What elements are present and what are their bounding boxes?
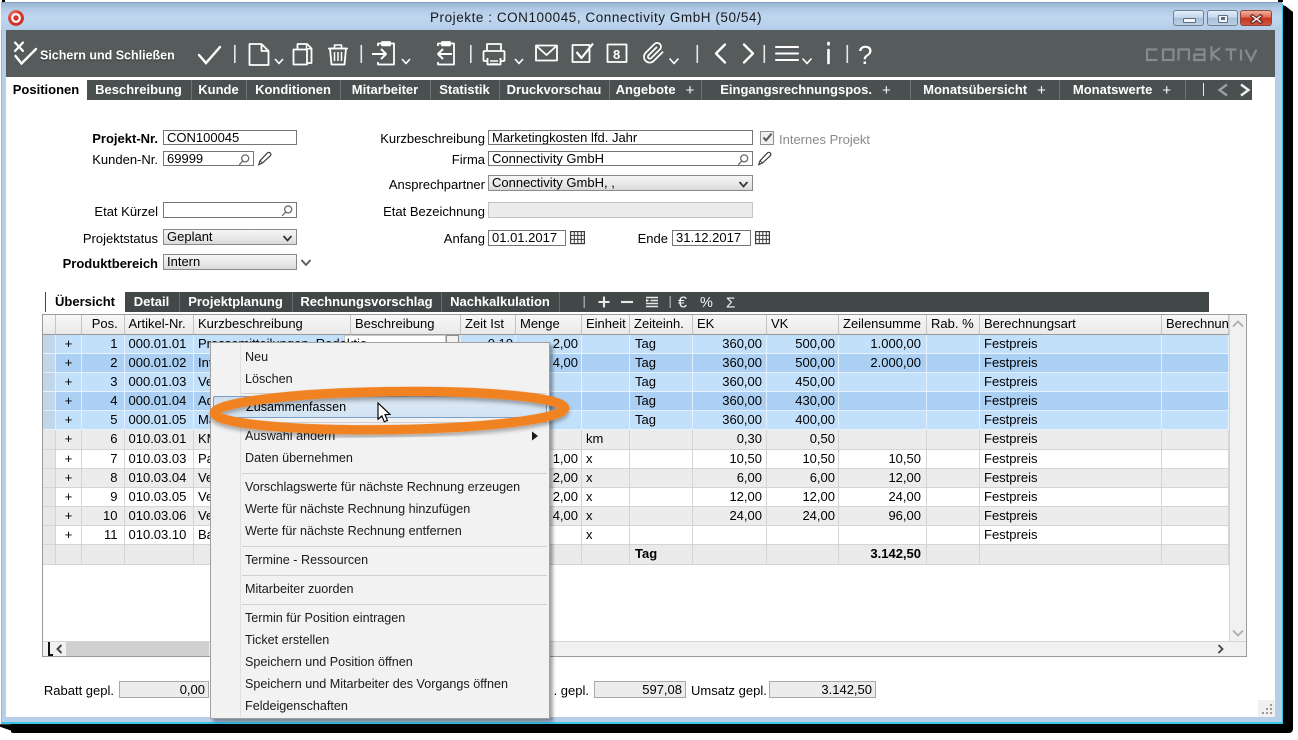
svg-text:Σ: Σ: [726, 295, 735, 312]
svg-text:Sichern und Schließen: Sichern und Schließen: [40, 49, 175, 63]
svg-text:?: ?: [858, 40, 872, 70]
svg-text:%: %: [700, 295, 713, 311]
svg-text:€: €: [678, 295, 687, 312]
svg-text:8: 8: [613, 47, 620, 62]
